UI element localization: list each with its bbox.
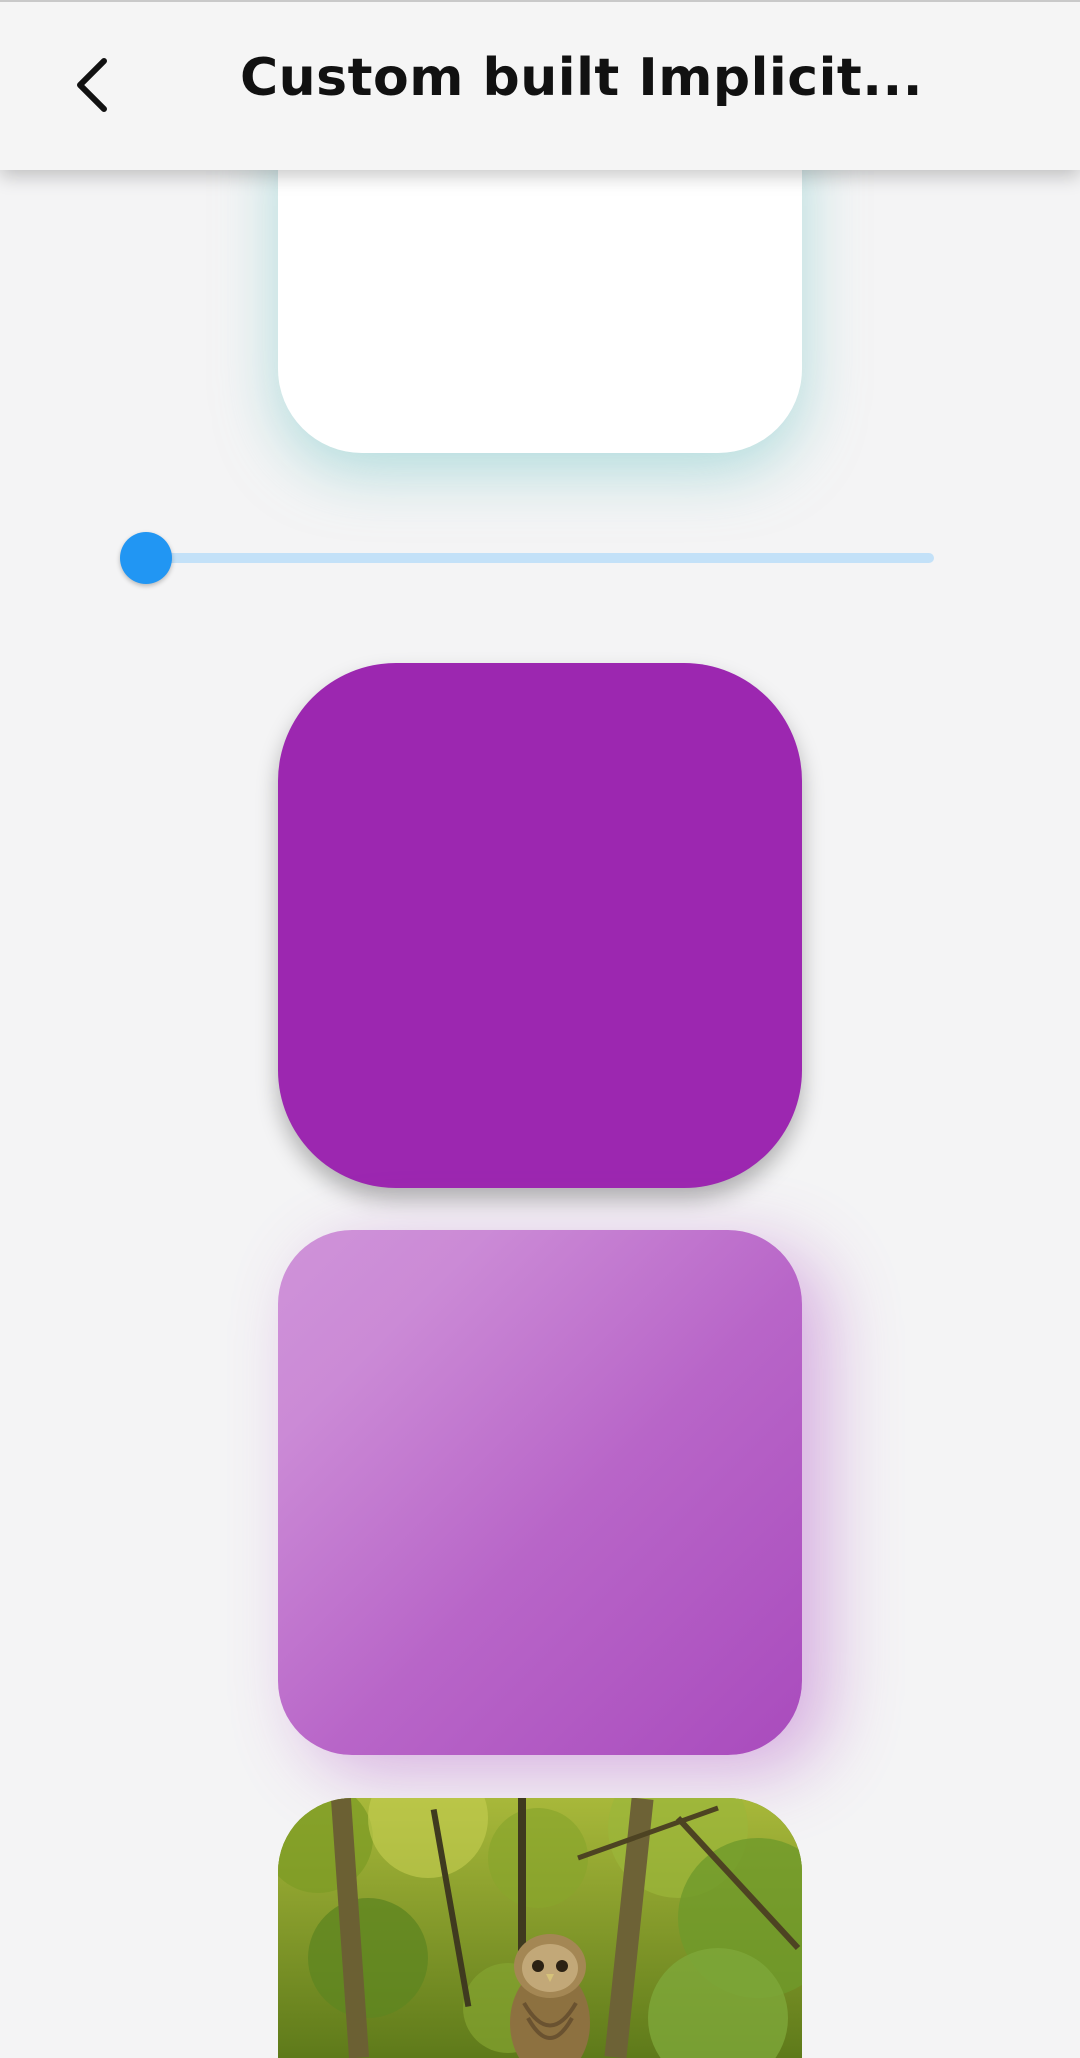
owl-in-forest-image [278, 1798, 802, 2058]
content-area [0, 0, 1080, 2058]
slider-thumb[interactable] [120, 532, 172, 584]
back-button[interactable] [52, 40, 132, 130]
slider-track[interactable] [146, 553, 934, 563]
arrow-back-icon [77, 58, 107, 112]
gradient-rounded-box [278, 1230, 802, 1755]
owl-image-box [278, 1798, 802, 2058]
app-bar: Custom built Implicit... [0, 0, 1080, 170]
page-title: Custom built Implicit... [240, 48, 924, 108]
purple-rounded-box [278, 663, 802, 1188]
animation-slider[interactable] [120, 528, 934, 588]
